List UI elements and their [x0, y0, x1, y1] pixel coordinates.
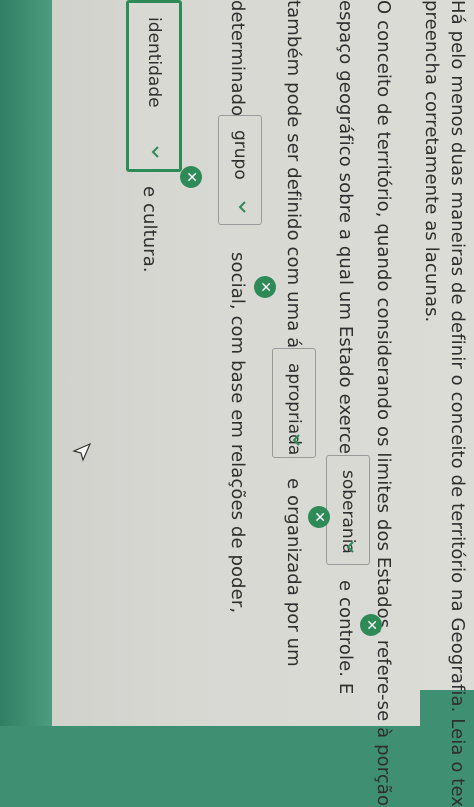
incorrect-badge: ✕ — [180, 166, 202, 188]
paragraph-line-3-after: e organizada por um — [283, 478, 304, 667]
dropdown-grupo[interactable]: grupo — [218, 115, 262, 225]
chevron-down-icon — [148, 145, 162, 159]
paragraph-line-4-before: determinado — [227, 0, 248, 117]
paragraph-line-2-before: espaço geográfico sobre a qual um Estado… — [335, 0, 356, 493]
paragraph-line-2-after: e controle. E — [335, 580, 356, 695]
paragraph-line-5-after: e cultura. — [139, 186, 160, 273]
paragraph-line-3-before: também pode ser definido com uma área — [283, 0, 304, 378]
instructions-line-1: Há pelo menos duas maneiras de definir o… — [447, 0, 468, 807]
instructions-line-2: preencha corretamente as lacunas. — [421, 0, 442, 323]
paragraph-line-1: O conceito de território, quando conside… — [373, 0, 394, 807]
mouse-cursor-icon — [70, 440, 92, 462]
chevron-down-icon — [235, 200, 249, 214]
paragraph-line-4-after: social, com base em relações de poder, — [227, 252, 248, 614]
dropdown-value: identidade — [144, 17, 164, 108]
dropdown-apropriada[interactable]: apropriada — [272, 348, 316, 458]
dropdown-value: grupo — [230, 130, 250, 180]
question-content: Há pelo menos duas maneiras de definir o… — [0, 0, 474, 807]
chevron-down-icon — [289, 433, 303, 447]
incorrect-badge: ✕ — [254, 276, 276, 298]
dropdown-identidade[interactable]: identidade — [126, 0, 182, 172]
incorrect-badge: ✕ — [308, 506, 330, 528]
chevron-down-icon — [343, 540, 357, 554]
dropdown-soberania[interactable]: soberania — [326, 455, 370, 565]
incorrect-badge: ✕ — [360, 614, 382, 636]
